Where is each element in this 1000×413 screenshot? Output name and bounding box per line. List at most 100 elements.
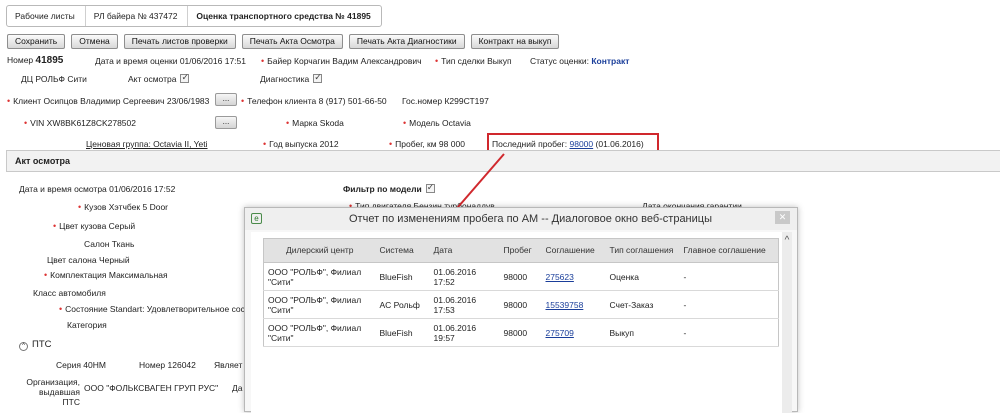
condition-field: • Состояние Standart: Удовлетворительное … bbox=[59, 304, 244, 314]
required-icon: • bbox=[435, 56, 439, 66]
mileage-table: Дилерский центр Система Дата Пробег Согл… bbox=[263, 238, 779, 347]
dialog-title: Отчет по изменениям пробега по АМ -- Диа… bbox=[349, 213, 712, 225]
client-phone-field: • Телефон клиента 8 (917) 501-66-50 bbox=[241, 96, 387, 106]
vin-field: • VIN XW8BK61Z8CK278502 bbox=[24, 118, 136, 128]
inspection-act-label: Акт осмотра bbox=[128, 74, 177, 84]
toolbar: Сохранить Отмена Печать листов проверки … bbox=[7, 34, 560, 49]
breadcrumb-current: Оценка транспортного средства № 41895 bbox=[196, 11, 371, 21]
client-phone-value: Телефон клиента 8 (917) 501-66-50 bbox=[247, 96, 387, 106]
status-label: Статус оценки: bbox=[530, 56, 589, 66]
breadcrumb: Рабочие листы РЛ байера № 437472 Оценка … bbox=[6, 5, 382, 27]
dialog-scrollbar[interactable]: ^ bbox=[782, 232, 792, 413]
cell-mileage: 98000 bbox=[499, 290, 542, 319]
deal-type-value: Тип сделки Выкуп bbox=[441, 56, 512, 66]
cell-mileage: 98000 bbox=[499, 262, 542, 291]
cell-date: 01.06.2016 17:53 bbox=[429, 290, 500, 319]
pts-series: Серия 40НМ bbox=[56, 360, 106, 370]
model-filter-checkbox[interactable] bbox=[425, 182, 435, 193]
column-header: Система bbox=[375, 238, 430, 263]
dialog-titlebar[interactable]: e Отчет по изменениям пробега по АМ -- Д… bbox=[245, 208, 797, 230]
buyout-contract-button[interactable]: Контракт на выкуп bbox=[470, 34, 560, 49]
cell-date: 01.06.2016 17:52 bbox=[429, 262, 500, 291]
breadcrumb-worksheets[interactable]: Рабочие листы bbox=[7, 6, 86, 26]
required-icon: • bbox=[403, 118, 407, 128]
cell-dealer: ООО "РОЛЬФ", Филиал "Сити" bbox=[263, 318, 376, 347]
client-select-button[interactable]: ... bbox=[215, 93, 237, 106]
dialog-body: Дилерский центр Система Дата Пробег Согл… bbox=[251, 232, 783, 413]
vin-value: VIN XW8BK61Z8CK278502 bbox=[30, 118, 136, 128]
mileage-report-dialog: e Отчет по изменениям пробега по АМ -- Д… bbox=[244, 207, 798, 413]
model-value: Модель Octavia bbox=[409, 118, 471, 128]
required-icon: • bbox=[78, 202, 82, 212]
required-icon: • bbox=[44, 270, 48, 280]
cell-mileage: 98000 bbox=[499, 318, 542, 347]
print-inspection-act-button[interactable]: Печать Акта Осмотра bbox=[241, 34, 343, 49]
scroll-up-icon[interactable]: ^ bbox=[782, 236, 792, 246]
table-header-row: Дилерский центр Система Дата Пробег Согл… bbox=[263, 238, 779, 263]
required-icon: • bbox=[389, 139, 393, 149]
deal-type-field: • Тип сделки Выкуп bbox=[435, 56, 512, 66]
required-icon: • bbox=[24, 118, 28, 128]
mileage-field: • Пробег, км 98 000 bbox=[389, 139, 465, 149]
equipment-field: • Комплектация Максимальная bbox=[44, 270, 168, 280]
brand-field: • Марка Skoda bbox=[286, 118, 344, 128]
cell-system: BlueFish bbox=[375, 318, 430, 347]
pts-group[interactable]: ^ ПТС bbox=[19, 339, 52, 351]
diagnostics-checkbox[interactable] bbox=[313, 72, 323, 83]
pts-date-label: Да bbox=[232, 383, 243, 393]
number-field: Номер 41895 bbox=[7, 55, 63, 66]
cell-agreement-link[interactable]: 15539758 bbox=[541, 290, 606, 319]
category-field: Категория bbox=[67, 320, 107, 330]
body-value: Кузов Хэтчбек 5 Door bbox=[84, 202, 168, 212]
cell-main: - bbox=[679, 290, 779, 319]
cell-agreement-link[interactable]: 275709 bbox=[541, 318, 606, 347]
body-color-field: • Цвет кузова Серый bbox=[53, 221, 135, 231]
mileage-value: Пробег, км 98 000 bbox=[395, 139, 465, 149]
collapse-icon[interactable]: ^ bbox=[19, 342, 28, 351]
buyer-field: • Байер Корчагин Вадим Александрович bbox=[261, 56, 422, 66]
vin-select-button[interactable]: ... bbox=[215, 116, 237, 129]
column-header: Главное соглашение bbox=[679, 238, 779, 263]
eval-datetime: Дата и время оценки 01/06/2016 17:51 bbox=[95, 56, 246, 66]
close-icon[interactable]: ✕ bbox=[775, 211, 790, 224]
cell-type: Оценка bbox=[605, 262, 680, 291]
cell-agreement-link[interactable]: 275623 bbox=[541, 262, 606, 291]
cell-system: AC Рольф bbox=[375, 290, 430, 319]
save-button[interactable]: Сохранить bbox=[7, 34, 66, 49]
inspection-datetime: Дата и время осмотра 01/06/2016 17:52 bbox=[19, 184, 176, 194]
brand-value: Марка Skoda bbox=[292, 118, 344, 128]
model-filter-field: Фильтр по модели bbox=[343, 182, 435, 194]
buyer-value: Байер Корчагин Вадим Александрович bbox=[267, 56, 422, 66]
print-check-sheets-button[interactable]: Печать листов проверки bbox=[123, 34, 236, 49]
inspection-act-checkbox[interactable] bbox=[180, 72, 190, 83]
pts-is-label: Являет bbox=[214, 360, 243, 370]
column-header: Соглашение bbox=[541, 238, 606, 263]
client-value: Клиент Осипцов Владимир Сергеевич 23/06/… bbox=[13, 96, 210, 106]
cell-system: BlueFish bbox=[375, 262, 430, 291]
inspection-act-field: Акт осмотра bbox=[128, 72, 190, 84]
body-color-value: Цвет кузова Серый bbox=[59, 221, 136, 231]
cell-date: 01.06.2016 19:57 bbox=[429, 318, 500, 347]
cell-main: - bbox=[679, 318, 779, 347]
required-icon: • bbox=[261, 56, 265, 66]
price-group-link[interactable]: Ценовая группа: Octavia II, Yeti bbox=[86, 139, 208, 149]
body-field: • Кузов Хэтчбек 5 Door bbox=[78, 202, 168, 212]
required-icon: • bbox=[59, 304, 63, 314]
pts-org-label: Организация, выдавшая ПТС bbox=[26, 377, 80, 407]
car-class-field: Класс автомобиля bbox=[33, 288, 106, 298]
pts-org-value: ООО "ФОЛЬКСВАГЕН ГРУП РУС" bbox=[84, 383, 219, 393]
number-label: Номер bbox=[7, 55, 34, 65]
cell-type: Счет-Заказ bbox=[605, 290, 680, 319]
breadcrumb-buyer-sheet[interactable]: РЛ байера № 437472 bbox=[86, 6, 189, 26]
year-field: • Год выпуска 2012 bbox=[263, 139, 339, 149]
column-header: Дилерский центр bbox=[263, 238, 376, 263]
pts-label: ПТС bbox=[32, 339, 52, 350]
status-value: Контракт bbox=[591, 56, 630, 66]
cell-type: Выкуп bbox=[605, 318, 680, 347]
model-filter-label: Фильтр по модели bbox=[343, 184, 422, 194]
cancel-button[interactable]: Отмена bbox=[71, 34, 118, 49]
status-field: Статус оценки: Контракт bbox=[530, 56, 629, 66]
gos-number: Гос.номер К299СТ197 bbox=[402, 96, 489, 106]
print-diagnostics-act-button[interactable]: Печать Акта Диагностики bbox=[348, 34, 465, 49]
diagnostics-label: Диагностика bbox=[260, 74, 310, 84]
